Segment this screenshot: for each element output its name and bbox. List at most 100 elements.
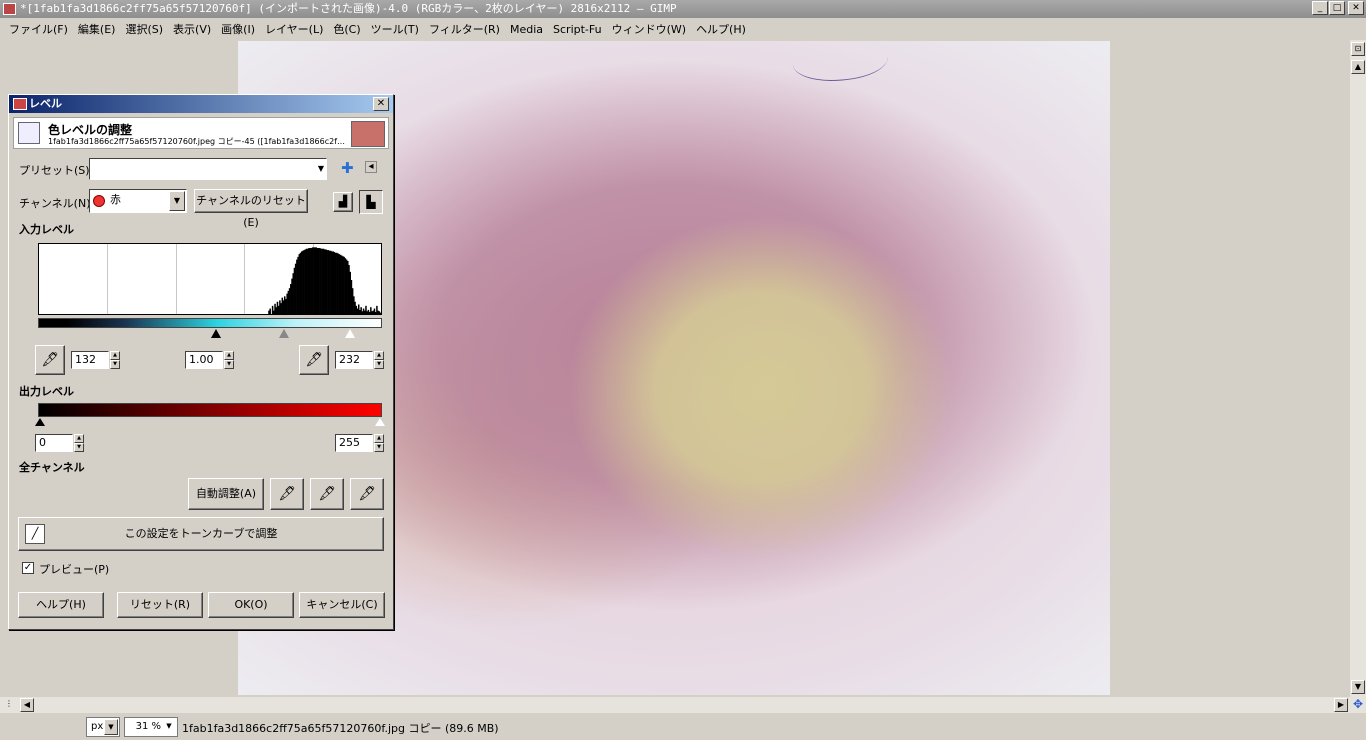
histogram-bar bbox=[269, 308, 271, 314]
scroll-down-icon[interactable]: ▼ bbox=[1351, 680, 1365, 694]
output-low-handle[interactable] bbox=[35, 418, 45, 426]
input-high-spinner[interactable]: ▲ ▼ bbox=[374, 351, 384, 369]
scroll-right-icon[interactable]: ▶ bbox=[1334, 698, 1348, 712]
all-channels-heading: 全チャンネル bbox=[19, 461, 85, 474]
menu-script-fu[interactable]: Script-Fu bbox=[548, 19, 607, 40]
input-low-field[interactable]: 132 bbox=[71, 351, 109, 369]
preview-label: プレビュー(P) bbox=[39, 563, 110, 576]
navigate-icon[interactable]: ⊡ bbox=[1351, 42, 1365, 56]
quickmask-icon[interactable]: ⋮ bbox=[2, 698, 16, 712]
menu-filters[interactable]: フィルター(R) bbox=[424, 19, 505, 40]
preview-checkbox[interactable]: ✓ bbox=[22, 562, 34, 574]
channel-select[interactable]: 赤 ▼ bbox=[89, 189, 187, 213]
input-high-field[interactable]: 232 bbox=[335, 351, 373, 369]
chevron-down-icon: ▼ bbox=[317, 164, 324, 173]
auto-adjust-button[interactable]: 自動調整(A) bbox=[188, 478, 264, 510]
output-gradient-bar bbox=[38, 403, 382, 417]
levels-icon bbox=[13, 98, 27, 110]
unit-select[interactable]: px ▼ bbox=[86, 717, 120, 737]
edit-as-curves-label: この設定をトーンカーブで調整 bbox=[124, 527, 278, 540]
output-low-field[interactable]: 0 bbox=[35, 434, 73, 452]
linear-histogram-icon[interactable]: ▟ bbox=[333, 192, 353, 212]
zoom-value: 31 % bbox=[135, 721, 161, 732]
menubar: ファイル(F) 編集(E) 選択(S) 表示(V) 画像(I) レイヤー(L) … bbox=[0, 19, 1366, 40]
levels-icon bbox=[18, 122, 40, 144]
status-info: 1fab1fa3d1866c2ff75a65f57120760f.jpg コピー… bbox=[182, 722, 499, 735]
add-preset-icon[interactable]: ✚ bbox=[341, 159, 354, 177]
gimp-app-icon bbox=[3, 3, 16, 15]
input-low-spinner[interactable]: ▲ ▼ bbox=[110, 351, 120, 369]
menu-file[interactable]: ファイル(F) bbox=[4, 19, 73, 40]
ok-button[interactable]: OK(O) bbox=[208, 592, 294, 618]
curves-icon: ╱ bbox=[25, 524, 45, 544]
header-subtitle: 1fab1fa3d1866c2ff75a65f57120760f.jpeg コピ… bbox=[48, 137, 346, 146]
input-gamma-field[interactable]: 1.00 bbox=[185, 351, 223, 369]
layer-thumbnail bbox=[351, 121, 385, 147]
menu-colors[interactable]: 色(C) bbox=[328, 19, 365, 40]
output-levels-heading: 出力レベル bbox=[19, 385, 74, 398]
menu-edit[interactable]: 編集(E) bbox=[73, 19, 121, 40]
preset-label: プリセット(S): bbox=[19, 164, 94, 177]
input-gamma-handle[interactable] bbox=[279, 329, 289, 338]
move-navigate-icon[interactable]: ✥ bbox=[1351, 698, 1365, 712]
white-point-picker-icon[interactable]: 🖋 bbox=[299, 345, 329, 375]
dialog-titlebar[interactable]: レベル ✕ bbox=[9, 95, 393, 113]
edit-as-curves-button[interactable]: ╱ この設定をトーンカーブで調整 bbox=[18, 517, 384, 551]
histogram-plot bbox=[268, 247, 381, 314]
preset-combo[interactable]: ▼ bbox=[89, 158, 327, 180]
window-controls: _ □ ✕ bbox=[1312, 1, 1364, 15]
menu-image[interactable]: 画像(I) bbox=[216, 19, 260, 40]
pick-black-icon[interactable]: 🖋 bbox=[270, 478, 304, 510]
scroll-left-icon[interactable]: ◀ bbox=[20, 698, 34, 712]
output-high-field[interactable]: 255 bbox=[335, 434, 373, 452]
scroll-up-icon[interactable]: ▲ bbox=[1351, 60, 1365, 74]
pick-gray-icon[interactable]: 🖋 bbox=[310, 478, 344, 510]
input-gamma-spinner[interactable]: ▲ ▼ bbox=[224, 351, 234, 369]
cancel-button[interactable]: キャンセル(C) bbox=[299, 592, 385, 618]
dialog-title: レベル bbox=[29, 97, 62, 110]
menu-layer[interactable]: レイヤー(L) bbox=[260, 19, 328, 40]
output-high-spinner[interactable]: ▲ ▼ bbox=[374, 434, 384, 452]
zoom-select[interactable]: 31 % ▼ bbox=[124, 717, 178, 737]
help-button[interactable]: ヘルプ(H) bbox=[18, 592, 104, 618]
input-high-handle[interactable] bbox=[345, 329, 355, 338]
levels-dialog: レベル ✕ 色レベルの調整 1fab1fa3d1866c2ff75a65f571… bbox=[8, 94, 394, 630]
window-title: *[1fab1fa3d1866c2ff75a65f57120760f] (インポ… bbox=[20, 2, 677, 15]
chevron-down-icon: ▼ bbox=[104, 719, 118, 735]
histogram[interactable] bbox=[38, 243, 382, 315]
chevron-down-icon: ▼ bbox=[166, 722, 172, 730]
menu-windows[interactable]: ウィンドウ(W) bbox=[607, 19, 691, 40]
pick-white-icon[interactable]: 🖋 bbox=[350, 478, 384, 510]
output-high-handle[interactable] bbox=[375, 418, 385, 426]
close-button[interactable]: ✕ bbox=[1348, 1, 1364, 15]
channel-reset-button[interactable]: チャンネルのリセット(E) bbox=[194, 189, 308, 229]
menu-help[interactable]: ヘルプ(H) bbox=[691, 19, 751, 40]
menu-view[interactable]: 表示(V) bbox=[168, 19, 216, 40]
dialog-header: 色レベルの調整 1fab1fa3d1866c2ff75a65f57120760f… bbox=[13, 117, 389, 149]
output-low-spinner[interactable]: ▲ ▼ bbox=[74, 434, 84, 452]
window-titlebar: *[1fab1fa3d1866c2ff75a65f57120760f] (インポ… bbox=[0, 0, 1366, 18]
unit-value: px bbox=[91, 721, 104, 732]
statusbar: px ▼ 31 % ▼ 1fab1fa3d1866c2ff75a65f57120… bbox=[0, 714, 1366, 740]
menu-select[interactable]: 選択(S) bbox=[120, 19, 168, 40]
vertical-scrollbar[interactable]: ⊡ ▲ ▼ bbox=[1350, 40, 1366, 697]
channel-label: チャンネル(N): bbox=[19, 197, 95, 210]
menu-media[interactable]: Media bbox=[505, 19, 548, 40]
channel-value: 赤 bbox=[110, 193, 121, 206]
reset-button[interactable]: リセット(R) bbox=[117, 592, 203, 618]
dialog-close-button[interactable]: ✕ bbox=[373, 97, 389, 111]
red-channel-icon bbox=[93, 195, 105, 207]
minimize-button[interactable]: _ bbox=[1312, 1, 1328, 15]
input-gradient-bar bbox=[38, 318, 382, 328]
chevron-down-icon: ▼ bbox=[169, 191, 185, 211]
input-low-handle[interactable] bbox=[211, 329, 221, 338]
hair-strand bbox=[793, 41, 888, 81]
log-histogram-icon[interactable]: ▙ bbox=[359, 190, 383, 214]
input-levels-heading: 入力レベル bbox=[19, 223, 74, 236]
maximize-button[interactable]: □ bbox=[1329, 1, 1345, 15]
black-point-picker-icon[interactable]: 🖋 bbox=[35, 345, 65, 375]
preset-menu-icon[interactable]: ◂ bbox=[365, 161, 377, 173]
histogram-bar bbox=[379, 312, 381, 314]
horizontal-scrollbar[interactable]: ⋮ ◀ ▶ ✥ bbox=[0, 697, 1366, 713]
menu-tools[interactable]: ツール(T) bbox=[366, 19, 424, 40]
